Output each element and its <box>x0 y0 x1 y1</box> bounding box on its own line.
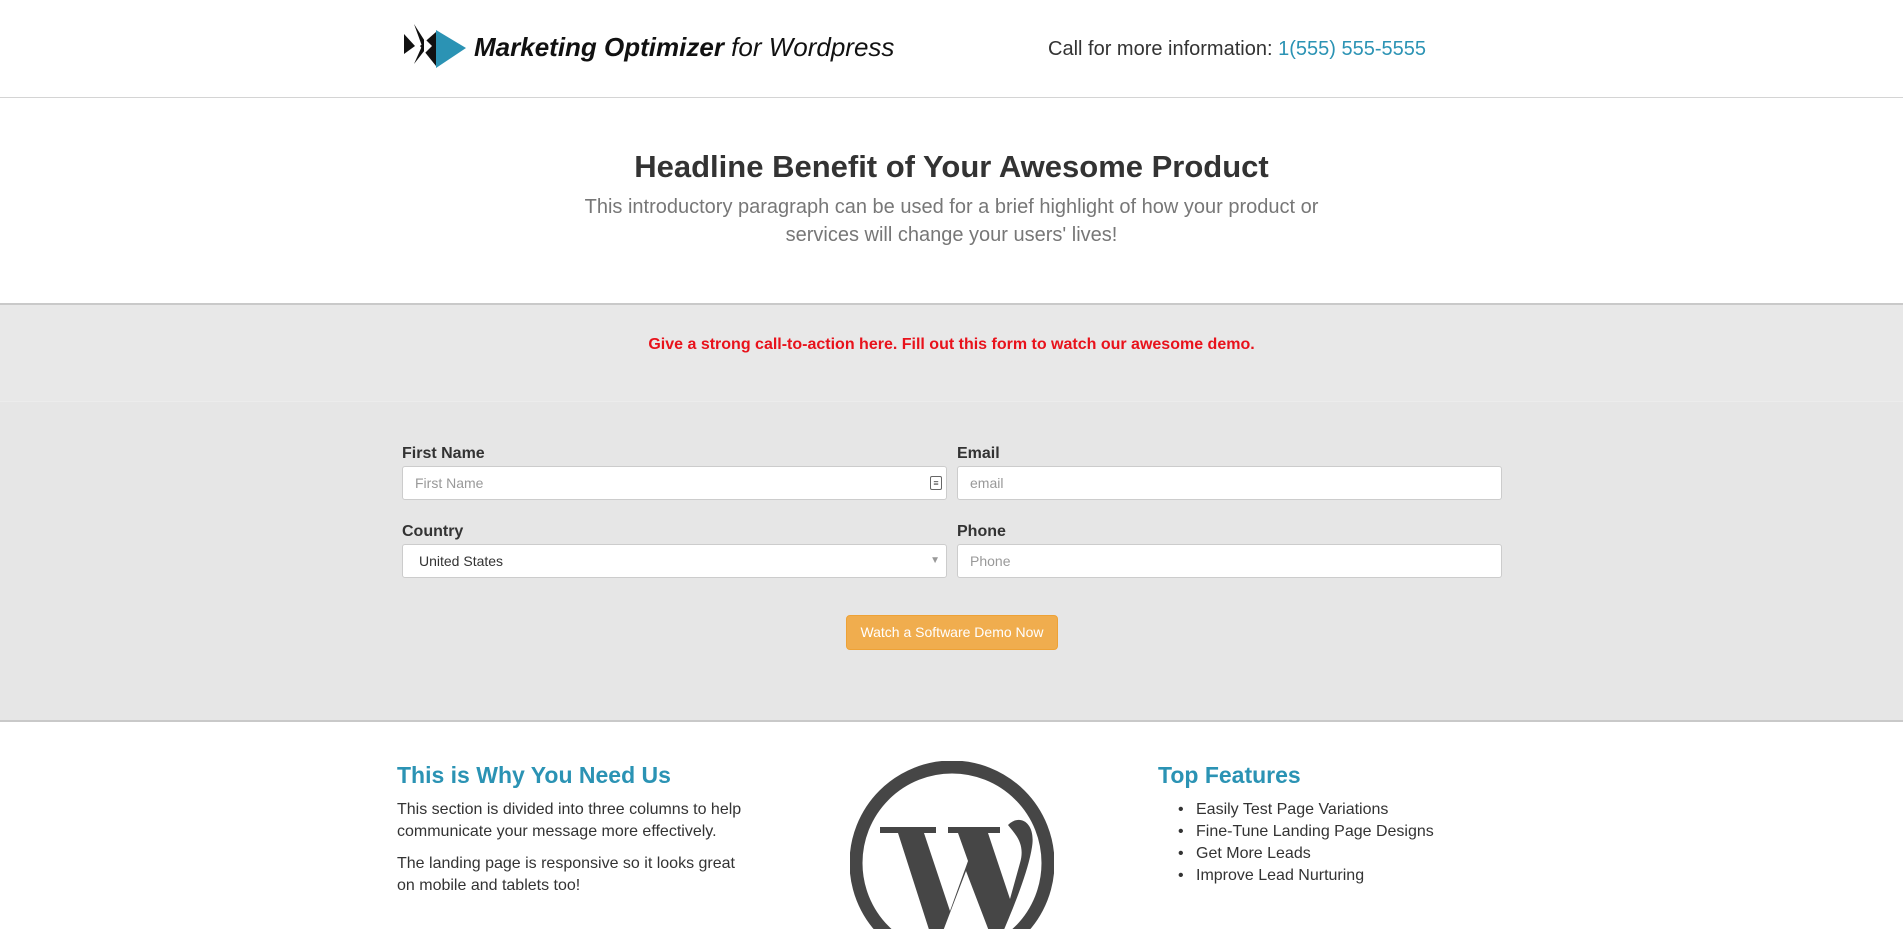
wordpress-logo-icon <box>850 761 1054 929</box>
caret-down-icon: ▼ <box>930 555 940 566</box>
page-title: Headline Benefit of Your Awesome Product <box>634 149 1269 184</box>
phone-label: Phone <box>957 523 1006 540</box>
phone-input[interactable]: Phone <box>957 544 1502 578</box>
cta-strip: Give a strong call-to-action here. Fill … <box>0 305 1903 402</box>
form-section: Give a strong call-to-action here. Fill … <box>0 303 1903 722</box>
brand-name: Marketing Optimizer for Wordpress <box>474 31 895 62</box>
country-selected-value: United States <box>419 553 504 569</box>
list-item: Easily Test Page Variations <box>1178 799 1434 821</box>
list-item: Improve Lead Nurturing <box>1178 865 1434 887</box>
first-name-label: First Name <box>402 445 485 462</box>
play-arrows-logo-icon <box>404 24 466 68</box>
top-features-title: Top Features <box>1158 762 1301 788</box>
why-us-paragraph-1: This section is divided into three colum… <box>397 801 742 840</box>
why-us-title: This is Why You Need Us <box>397 762 671 788</box>
call-to-action: Give a strong call-to-action here. Fill … <box>648 336 1255 353</box>
call-prefix: Call for more information: <box>1048 38 1279 60</box>
email-placeholder: email <box>970 475 1004 491</box>
country-label: Country <box>402 523 464 540</box>
list-item: Fine-Tune Landing Page Designs <box>1178 821 1434 843</box>
email-label: Email <box>957 445 1000 462</box>
first-name-placeholder: First Name <box>415 475 484 491</box>
country-select[interactable]: United States ▼ <box>402 544 947 578</box>
call-info: Call for more information: 1(555) 555-55… <box>1048 38 1426 61</box>
phone-link[interactable]: 1(555) 555-5555 <box>1278 38 1426 60</box>
features-list: Easily Test Page Variations Fine-Tune La… <box>1178 799 1434 887</box>
contact-card-icon[interactable]: ≡ <box>930 476 942 490</box>
phone-placeholder: Phone <box>970 553 1011 569</box>
intro-paragraph: This introductory paragraph can be used … <box>584 196 1319 246</box>
why-us-paragraph-2: The landing page is responsive so it loo… <box>397 855 735 894</box>
email-input[interactable]: email <box>957 466 1502 500</box>
first-name-input[interactable]: First Name ≡ <box>402 466 947 500</box>
brand-logo[interactable]: Marketing Optimizer for Wordpress <box>402 24 894 70</box>
site-header: Marketing Optimizer for Wordpress Call f… <box>0 0 1903 98</box>
hero-section: Headline Benefit of Your Awesome Product… <box>0 99 1903 303</box>
watch-demo-button[interactable]: Watch a Software Demo Now <box>846 615 1058 650</box>
list-item: Get More Leads <box>1178 843 1434 865</box>
